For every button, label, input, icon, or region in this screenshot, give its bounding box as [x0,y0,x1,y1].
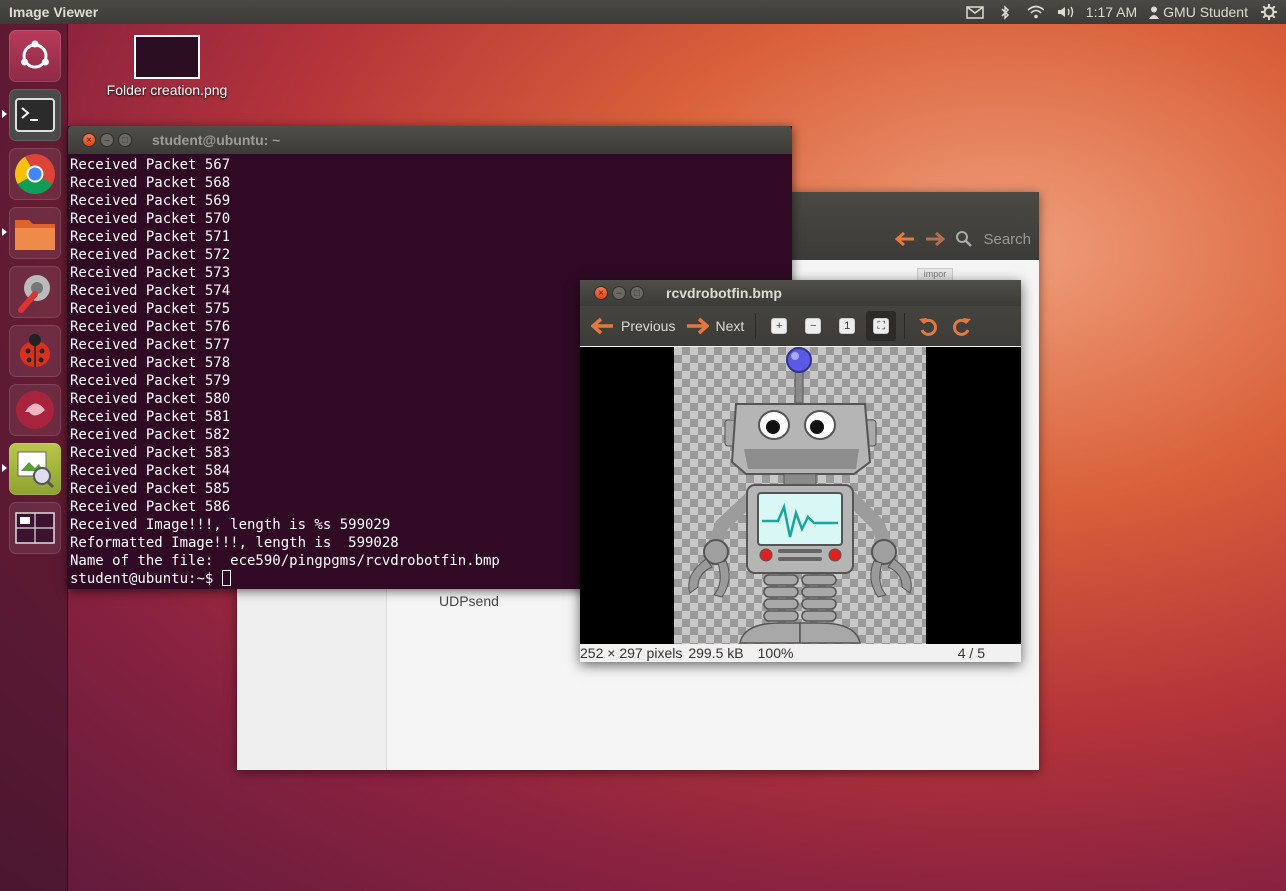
terminal-line: Received Packet 570 [70,211,231,227]
terminal-prompt: student@ubuntu:~$ [70,571,222,587]
user-menu[interactable]: GMU Student [1149,4,1248,20]
active-app-title: Image Viewer [9,4,99,20]
bluetooth-icon[interactable] [996,4,1014,20]
next-button[interactable]: Next [680,310,749,342]
image-filesize: 299.5 kB [688,645,744,661]
back-arrow-icon[interactable] [895,231,915,247]
terminal-line: Received Packet 568 [70,175,231,191]
user-name: GMU Student [1163,4,1248,20]
file-label-udpsend[interactable]: UDPsend [439,593,499,609]
close-icon[interactable]: × [594,286,608,300]
maximize-icon[interactable]: □ [118,133,132,147]
wifi-icon[interactable] [1026,5,1044,19]
zoom-level: 100% [757,645,794,661]
terminal-title: student@ubuntu: ~ [152,132,281,148]
rotate-right-button[interactable] [947,311,977,341]
terminal-titlebar[interactable]: × – □ student@ubuntu: ~ [68,126,792,154]
viewer-statusbar: 252 × 297 pixels 299.5 kB 100% 4 / 5 [580,644,1021,662]
toolbar-separator [755,313,757,339]
launcher-bug-reporter[interactable] [9,325,61,377]
launcher [0,24,68,891]
next-label: Next [715,318,745,334]
image-dimensions: 252 × 297 pixels [580,645,683,661]
image-canvas [674,347,926,644]
image-index: 4 / 5 [957,645,985,661]
normal-size-icon: 1 [839,318,856,334]
maximize-icon[interactable]: □ [630,286,644,300]
close-icon[interactable]: × [82,133,96,147]
robot-image [688,347,912,644]
desktop-file-icon[interactable]: Folder creation.png [100,35,234,98]
search-icon[interactable] [955,230,973,248]
search-label[interactable]: Search [983,231,1031,248]
settings-wrench-icon [18,275,50,313]
zoom-in-icon: + [771,318,788,334]
launcher-running-pip [2,228,7,236]
terminal-line: Received Packet 567 [70,157,231,173]
volume-icon[interactable] [1056,5,1074,19]
minimize-icon[interactable]: – [100,133,114,147]
launcher-workspace-switcher[interactable] [9,502,61,554]
previous-button[interactable]: Previous [586,310,680,342]
forward-arrow-icon[interactable] [925,231,946,247]
launcher-image-viewer[interactable] [9,443,61,495]
viewer-toolbar: Previous Next + − 1 ⛶ [580,306,1021,346]
best-fit-icon: ⛶ [873,318,890,334]
launcher-app-store[interactable] [9,384,61,436]
folder-icon [15,220,55,250]
left-arrow-icon [591,317,613,335]
zoom-out-icon: − [805,318,822,334]
image-view-area[interactable] [580,347,1021,644]
clock[interactable]: 1:17 AM [1086,4,1137,20]
image-viewer-window: × – □ rcvdrobotfin.bmp Previous Next + −… [580,280,1021,662]
viewer-titlebar[interactable]: × – □ rcvdrobotfin.bmp [580,280,1021,306]
launcher-terminal[interactable] [9,89,61,141]
launcher-chromium[interactable] [9,148,61,200]
toolbar-separator [904,313,906,339]
launcher-system-settings[interactable] [9,266,61,318]
ubuntu-logo-icon [21,40,49,69]
terminal-line: Received Packet 571 [70,229,231,245]
previous-label: Previous [621,318,676,334]
launcher-ubuntu-dash[interactable] [9,30,61,82]
right-arrow-icon [687,317,710,335]
launcher-running-pip [2,110,7,118]
rotate-left-button[interactable] [913,311,943,341]
workspace-switcher-icon [15,512,55,544]
file-thumbnail [134,35,200,79]
gear-icon[interactable] [1260,4,1278,20]
minimize-icon[interactable]: – [612,286,626,300]
terminal-cursor [221,570,231,586]
desktop-file-label: Folder creation.png [106,82,228,98]
terminal-icon [15,98,55,132]
terminal-line: Received Packet 572 [70,247,231,263]
mail-icon[interactable] [966,5,984,19]
normal-size-button[interactable]: 1 [832,311,862,341]
zoom-in-button[interactable]: + [764,311,794,341]
zoom-out-button[interactable]: − [798,311,828,341]
file-manager-nav: Search [895,230,1031,248]
terminal-line: Received Packet 569 [70,193,231,209]
ladybug-icon [20,334,50,367]
rotate-left-icon [919,318,938,336]
chrome-icon [15,154,55,194]
viewer-title: rcvdrobotfin.bmp [666,285,782,301]
app-store-icon [16,391,54,429]
best-fit-button[interactable]: ⛶ [866,311,897,341]
user-icon [1149,6,1160,19]
indicator-area: 1:17 AM GMU Student [966,4,1286,20]
image-viewer-icon [17,451,55,489]
top-panel: Image Viewer 1:17 AM GMU Student [0,0,1286,24]
launcher-running-pip [2,464,7,472]
launcher-files[interactable] [9,207,61,259]
rotate-right-icon [953,318,972,336]
